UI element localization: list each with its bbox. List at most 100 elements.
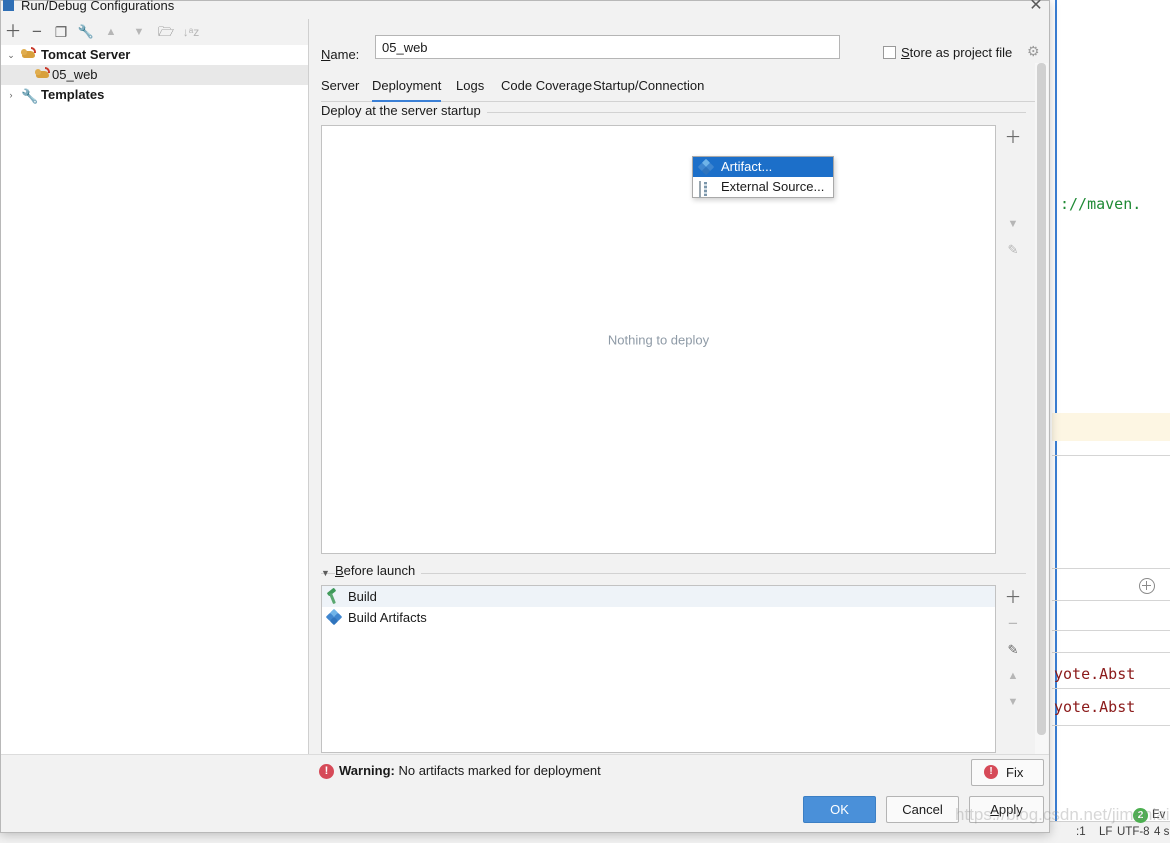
fix-button[interactable]: ! Fix [971,759,1044,786]
code-line-2: yote.Abst [1054,665,1135,683]
before-launch-task-label: Build [348,589,377,604]
chevron-down-icon[interactable]: ▼ [321,568,330,578]
event-count-badge[interactable]: 2 [1133,808,1148,823]
scrollbar-thumb[interactable] [1037,63,1046,735]
menu-item-artifact[interactable]: Artifact... [693,157,833,177]
deployment-artifacts-list[interactable]: Nothing to deploy [321,125,996,554]
inspections-widget-icon[interactable] [1139,578,1155,594]
copy-configuration-button[interactable]: ❐ [51,22,71,42]
name-label: Name: [321,47,359,62]
editor-divider-6 [1052,688,1170,689]
add-deployment-button[interactable]: ＋ [1000,125,1026,151]
store-as-project-file-checkbox[interactable]: Store as project file [883,45,1012,60]
tab-code-coverage[interactable]: Code Coverage [501,74,592,102]
dialog-title: Run/Debug Configurations [21,0,174,13]
editor-divider-7 [1052,725,1170,726]
code-line-3: yote.Abst [1054,698,1135,716]
group-separator-line [321,573,1026,574]
tab-server[interactable]: Server [321,74,359,102]
run-debug-configurations-dialog: Run/Debug Configurations ✕ ＋ − ❐ 🔧 ▲ ▼ 🗁… [0,0,1050,833]
editor-divider-5 [1052,652,1170,653]
editor-scrollbar[interactable] [1035,63,1048,771]
sort-configurations-button[interactable]: ↓ᵃᴢ [181,22,201,42]
name-label-mnemonic: N [321,47,330,62]
tab-startup-connection[interactable]: Startup/Connection [593,74,704,102]
tomcat-icon [35,67,51,83]
tree-node-05-web[interactable]: 05_web [1,65,308,85]
status-indent[interactable]: 4 s [1154,826,1169,838]
tree-node-templates[interactable]: › 🔧 Templates [1,85,308,105]
checkbox-box[interactable] [883,46,896,59]
editor-divider-3 [1052,600,1170,601]
dialog-action-bar: OK Cancel Apply [1,793,1049,832]
add-configuration-button[interactable]: ＋ [3,22,23,42]
configuration-tree-pane: ＋ − ❐ 🔧 ▲ ▼ 🗁 ↓ᵃᴢ ⌄ Tomcat Server 05_web [1,19,309,793]
store-as-project-file-label: Store as project file [901,45,1012,60]
hammer-icon [327,589,342,604]
name-label-rest: ame: [330,47,359,62]
list-item[interactable]: Build [322,586,995,607]
tree-node-label: Templates [41,85,104,105]
gear-icon[interactable]: ⚙ [1027,44,1042,59]
before-launch-task-label: Build Artifacts [348,610,427,625]
warning-bar: ! Warning: No artifacts marked for deplo… [1,754,1049,793]
move-into-folder-button[interactable]: 🗁 [156,22,176,42]
chevron-right-icon[interactable]: › [5,85,17,105]
editor-highlight-band [1052,413,1170,441]
ok-button[interactable]: OK [803,796,876,823]
tab-logs[interactable]: Logs [456,74,484,102]
move-up-before-launch-button[interactable]: ▲ [1000,663,1026,689]
editor-divider-1 [1052,455,1170,456]
remove-before-launch-task-button[interactable]: − [1000,611,1026,637]
move-down-before-launch-button[interactable]: ▼ [1000,689,1026,715]
archive-icon [699,180,713,194]
warning-prefix: Warning: [339,763,395,778]
status-encoding[interactable]: UTF-8 [1117,826,1150,838]
fix-button-label: Fix [1006,765,1023,780]
app-icon [3,0,14,11]
event-log-label[interactable]: Ev [1152,809,1165,821]
before-launch-task-list[interactable]: Build Build Artifacts [321,585,996,753]
deploy-at-server-startup-group: Deploy at the server startup Nothing to … [321,103,1026,554]
warning-icon: ! [984,765,998,779]
configuration-editor-pane: Name: Store as project file ⚙ Server Dep… [310,19,1049,793]
add-before-launch-task-button[interactable]: ＋ [1000,585,1026,611]
configuration-tree: ⌄ Tomcat Server 05_web › 🔧 Templates [1,45,308,793]
apply-button[interactable]: Apply [969,796,1044,823]
tab-deployment[interactable]: Deployment [372,74,441,102]
status-caret-position[interactable]: :1 [1076,826,1086,838]
add-deployment-popup-menu: Artifact... External Source... [692,156,834,198]
code-line-1: ://maven. [1060,195,1141,213]
before-launch-title: Before launch [335,563,421,578]
before-launch-group: ▼ Before launch Build Build Artifacts [321,568,1026,753]
editor-divider-4 [1052,630,1170,631]
list-item[interactable]: Build Artifacts [322,607,995,628]
edit-before-launch-task-button[interactable]: ✎ [1000,637,1026,663]
warning-icon: ! [319,764,334,779]
move-up-button[interactable]: ▲ [101,22,121,42]
move-down-button[interactable]: ▼ [129,22,149,42]
tree-node-label: Tomcat Server [41,45,130,65]
close-icon[interactable]: ✕ [1023,0,1049,17]
chevron-down-icon[interactable]: ⌄ [5,45,17,65]
tomcat-icon [21,47,37,63]
move-down-deployment-button[interactable]: ▼ [1000,211,1026,237]
edit-templates-button[interactable]: 🔧 [76,22,96,42]
menu-item-label: External Source... [721,179,824,194]
wrench-icon: 🔧 [21,87,37,103]
remove-configuration-button[interactable]: − [27,22,47,42]
warning-message: Warning: No artifacts marked for deploym… [339,763,601,778]
deployment-list-toolbar: ＋ ▼ ✎ [1000,125,1026,305]
artifact-icon [327,610,342,625]
menu-item-external-source[interactable]: External Source... [693,177,833,197]
edit-deployment-button[interactable]: ✎ [1000,237,1026,263]
name-input[interactable] [375,35,840,59]
dialog-titlebar: Run/Debug Configurations ✕ [1,1,1049,19]
cancel-button[interactable]: Cancel [886,796,959,823]
warning-body: No artifacts marked for deployment [398,763,600,778]
status-line-separator[interactable]: LF [1099,826,1112,838]
tree-node-tomcat-server[interactable]: ⌄ Tomcat Server [1,45,308,65]
configuration-tree-toolbar: ＋ − ❐ 🔧 ▲ ▼ 🗁 ↓ᵃᴢ [1,19,308,45]
tree-node-label: 05_web [52,65,98,85]
configuration-tabs: Server Deployment Logs Code Coverage Sta… [321,74,1039,102]
